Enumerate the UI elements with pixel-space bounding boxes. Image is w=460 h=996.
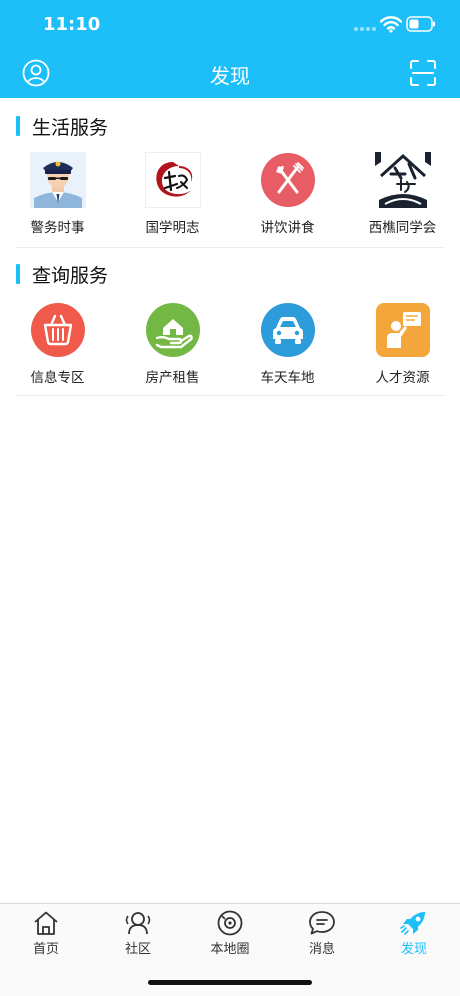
alumni-logo-icon	[374, 152, 431, 208]
section-header: 生活服务	[16, 116, 108, 139]
tab-discover[interactable]: 发现	[368, 904, 460, 964]
life-services-section: 生活服务 警务时事 国学明志 讲饮讲食 西樵同学会	[0, 98, 460, 248]
tab-local-circle[interactable]: 本地圈	[184, 904, 276, 964]
scan-icon[interactable]	[409, 59, 437, 87]
query-services-grid: 信息专区 房产租售 车天车地 人才资源	[0, 302, 460, 386]
community-icon	[125, 912, 151, 935]
guoxue-logo-icon	[144, 152, 201, 208]
service-label: 人才资源	[375, 370, 430, 386]
tab-label: 消息	[308, 942, 335, 957]
car-icon	[260, 303, 315, 357]
service-item-info[interactable]: 信息专区	[0, 302, 115, 386]
service-label: 国学明志	[145, 220, 200, 236]
page-title: 发现	[210, 64, 250, 88]
police-officer-icon	[29, 152, 86, 208]
service-item-talent[interactable]: 人才资源	[345, 302, 460, 386]
home-icon	[34, 911, 58, 935]
service-label: 讲饮讲食	[260, 220, 315, 236]
person-board-icon	[375, 303, 430, 357]
basket-icon	[30, 303, 85, 357]
tab-messages[interactable]: 消息	[276, 904, 368, 964]
section-title: 生活服务	[32, 116, 109, 139]
local-circle-icon	[217, 910, 243, 936]
discover-screen: 11:10 发现 生活服务 警务时事 国学明志 讲饮讲食 西樵同学会 查询服务 …	[0, 0, 460, 996]
message-icon	[309, 911, 335, 935]
status-time: 11:10	[43, 14, 101, 35]
service-label: 西樵同学会	[368, 220, 437, 236]
section-divider	[16, 395, 444, 396]
tab-home[interactable]: 首页	[0, 904, 92, 964]
service-item-alumni[interactable]: 西樵同学会	[345, 152, 460, 236]
service-label: 车天车地	[260, 370, 315, 386]
service-label: 信息专区	[30, 370, 85, 386]
section-accent-bar	[16, 264, 20, 284]
service-item-housing[interactable]: 房产租售	[115, 302, 230, 386]
service-item-food[interactable]: 讲饮讲食	[230, 152, 345, 236]
life-services-grid: 警务时事 国学明志 讲饮讲食 西樵同学会	[0, 152, 460, 236]
battery-icon	[406, 16, 435, 32]
section-title: 查询服务	[32, 264, 109, 287]
tab-label: 本地圈	[210, 942, 250, 957]
tab-label: 首页	[32, 942, 59, 957]
tab-label: 发现	[400, 942, 427, 957]
service-item-guoxue[interactable]: 国学明志	[115, 152, 230, 236]
wifi-icon	[380, 16, 402, 33]
service-item-police-news[interactable]: 警务时事	[0, 152, 115, 236]
service-label: 警务时事	[30, 220, 85, 236]
fork-knife-icon	[260, 153, 315, 207]
top-header: 11:10 发现	[0, 0, 460, 98]
house-hand-icon	[145, 303, 200, 357]
section-accent-bar	[16, 116, 20, 136]
query-services-section: 查询服务 信息专区 房产租售 车天车地 人才资源	[0, 248, 460, 396]
service-label: 房产租售	[145, 370, 200, 386]
section-header: 查询服务	[16, 264, 108, 287]
cellular-signal-icon	[354, 27, 376, 31]
tab-community[interactable]: 社区	[92, 904, 184, 964]
discover-rocket-icon	[400, 912, 425, 935]
home-indicator[interactable]	[148, 980, 312, 985]
tab-label: 社区	[124, 942, 151, 957]
service-item-car[interactable]: 车天车地	[230, 302, 345, 386]
